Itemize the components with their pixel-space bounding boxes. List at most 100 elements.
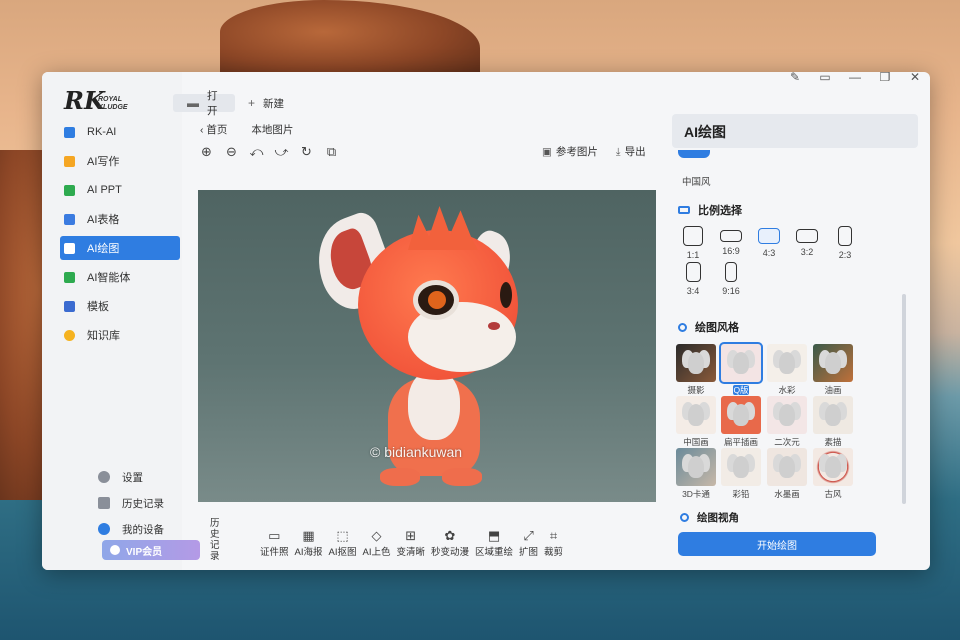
my-devices-label: 我的设备 (122, 523, 164, 536)
style-thumbnail (676, 448, 716, 486)
style-thumbnail (676, 344, 716, 382)
sidebar-item-rk-ai[interactable]: RK-AI (60, 120, 180, 144)
sidebar-item-label: AI写作 (87, 156, 120, 168)
reference-image-button[interactable]: ▣ 参考图片 (542, 144, 598, 159)
tool-label: 证件照 (260, 547, 289, 558)
sidebar-item-ai-ppt[interactable]: AI PPT (60, 178, 180, 202)
tool-ai-poster[interactable]: ▦ AI海报 (295, 528, 323, 558)
minimize-icon[interactable]: — (846, 72, 864, 84)
zoom-out-icon[interactable]: ⊖ (224, 144, 239, 160)
cat-paw-left (380, 468, 420, 486)
ratio-shape (725, 262, 737, 282)
edit-icon[interactable]: ✎ (786, 72, 804, 84)
ratio-shape (685, 262, 701, 282)
ratio-4-3[interactable]: 4:3 (754, 226, 784, 258)
sidebar-item-ai-writing[interactable]: AI写作 (60, 149, 180, 173)
style-ancient[interactable]: 古风 (813, 448, 853, 500)
my-devices-item[interactable]: 我的设备 (98, 517, 208, 541)
history-vertical-label[interactable]: 历史记录 (210, 518, 222, 562)
style-label: 油画 (824, 385, 842, 395)
panel-title: AI绘图 (672, 114, 918, 148)
agent-icon (64, 271, 75, 283)
style-sketch[interactable]: 素描 (813, 396, 853, 448)
style-flat-illustration[interactable]: 扁平插画 (721, 396, 761, 448)
style-label: 二次元 (774, 437, 800, 447)
ratio-title: 比例选择 (698, 205, 742, 217)
vip-button[interactable]: VIP会员 (102, 540, 200, 560)
sidebar-bottom: 设置 历史记录 我的设备 (98, 465, 208, 543)
region-icon: ⬒ (487, 528, 501, 543)
rotate-left-icon[interactable]: ⤺ (249, 144, 264, 160)
sidebar-item-knowledge[interactable]: 知识库 (60, 323, 180, 347)
export-button[interactable]: ⤓ 导出 (616, 144, 646, 159)
cutout-icon: ⬚ (336, 528, 349, 543)
vip-icon (110, 545, 120, 555)
style-chinese-painting[interactable]: 中国画 (676, 396, 716, 448)
bottom-tools: ▭ 证件照 ▦ AI海报 ⬚ AI抠图 ◇ AI上色 ⊞ 变清晰 ✿ 秒变动漫 ⬒ 区域重绘 … (260, 528, 563, 558)
ratio-label: 2:3 (838, 250, 852, 260)
drawing-icon (64, 242, 75, 254)
tool-ai-cutout[interactable]: ⬚ AI抠图 (329, 528, 357, 558)
style-oil-painting[interactable]: 油画 (813, 344, 853, 396)
tool-label: 区域重绘 (475, 547, 514, 558)
ratio-3-4[interactable]: 3:4 (678, 262, 708, 296)
style-photography[interactable]: 摄影 (676, 344, 716, 396)
sidebar-item-ai-table[interactable]: AI表格 (60, 207, 180, 231)
style-label: 扁平插画 (723, 437, 758, 447)
ratio-label: 16:9 (722, 246, 740, 256)
tool-id-photo[interactable]: ▭ 证件照 (260, 528, 289, 558)
rotate-right-icon[interactable]: ⤻ (274, 144, 289, 160)
tool-enhance[interactable]: ⊞ 变清晰 (396, 528, 425, 558)
ratio-16-9[interactable]: 16:9 (716, 226, 746, 256)
sidebar-item-ai-drawing[interactable]: AI绘图 (60, 236, 180, 260)
ratio-9-16[interactable]: 9:16 (716, 262, 746, 296)
cat-paw-right (442, 468, 482, 486)
tab-open[interactable]: ▬ 打开 (173, 90, 235, 117)
ratio-1-1[interactable]: 1:1 (678, 226, 708, 260)
refresh-icon[interactable]: ↻ (299, 144, 314, 160)
tool-expand[interactable]: ⤢ 扩图 (519, 528, 538, 558)
tool-anime[interactable]: ✿ 秒变动漫 (431, 528, 469, 558)
sidebar-item-ai-agent[interactable]: AI智能体 (60, 265, 180, 289)
expand-icon: ⤢ (523, 528, 534, 543)
window-controls: ✎ ▭ — ❐ ✕ (786, 72, 924, 84)
tool-ai-colorize[interactable]: ◇ AI上色 (362, 528, 390, 558)
gear-icon (98, 471, 110, 483)
style-ink-wash[interactable]: 水墨画 (767, 448, 807, 500)
close-icon[interactable]: ✕ (906, 72, 924, 84)
writing-icon (64, 155, 75, 167)
ratio-3-2[interactable]: 3:2 (792, 226, 822, 257)
sidebar-item-label: AI绘图 (87, 243, 120, 255)
tab-new[interactable]: + 新建 (248, 94, 284, 112)
ratio-label: 1:1 (686, 250, 700, 260)
breadcrumb: ‹ 首页 本地图片 (200, 122, 293, 137)
sidebar-item-label: AI表格 (87, 214, 120, 226)
ratio-2-3[interactable]: 2:3 (830, 226, 860, 260)
rk-ai-icon (64, 126, 75, 138)
start-drawing-button[interactable]: 开始绘图 (678, 532, 876, 556)
sidebar-item-template[interactable]: 模板 (60, 294, 180, 318)
settings-item[interactable]: 设置 (98, 465, 208, 489)
style-watercolor[interactable]: 水彩 (767, 344, 807, 396)
plus-icon: + (248, 96, 256, 110)
compare-icon[interactable]: ⧉ (324, 144, 339, 160)
feedback-icon[interactable]: ▭ (816, 72, 834, 84)
back-button[interactable]: ‹ 首页 (200, 122, 227, 137)
view-section-title: 绘图视角 (680, 510, 739, 525)
style-thumbnail (767, 448, 807, 486)
style-colored-pencil[interactable]: 彩铅 (721, 448, 761, 500)
style-anime[interactable]: 二次元 (767, 396, 807, 448)
ppt-icon (64, 184, 75, 196)
history-item[interactable]: 历史记录 (98, 491, 208, 515)
style-3d-cartoon[interactable]: 3D卡通 (676, 448, 716, 500)
style-q-version[interactable]: Q版 (719, 342, 763, 396)
tool-crop[interactable]: ⌗ 裁剪 (544, 528, 563, 558)
sidebar-item-label: AI PPT (87, 184, 122, 196)
breadcrumb-current: 本地图片 (251, 124, 294, 136)
device-icon (98, 523, 110, 535)
restore-icon[interactable]: ❐ (876, 72, 894, 84)
palette-icon (678, 322, 687, 332)
tool-region-redraw[interactable]: ⬒ 区域重绘 (475, 528, 513, 558)
zoom-in-icon[interactable]: ⊕ (199, 144, 214, 160)
panel-scrollbar[interactable] (902, 294, 906, 504)
